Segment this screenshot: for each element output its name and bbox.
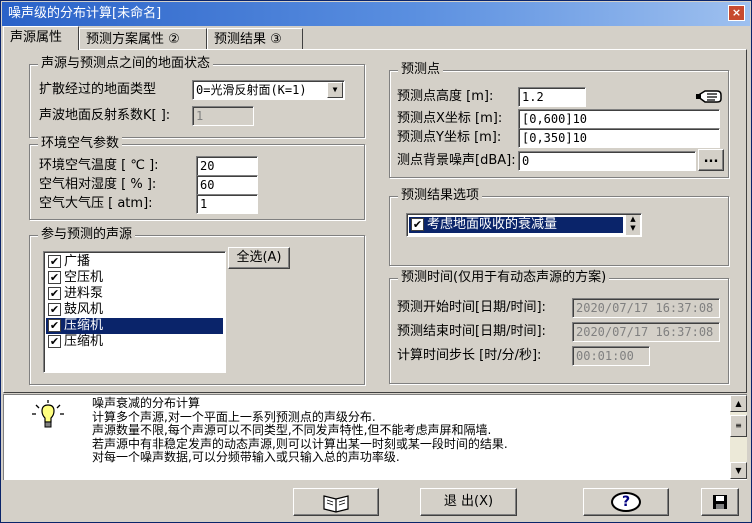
bg-noise-field[interactable]: 0 xyxy=(518,151,696,171)
x-coord-label: 预测点X坐标 [m]: xyxy=(397,111,503,126)
point-legend: 预测点 xyxy=(398,62,444,78)
start-time-field[interactable]: 2020/07/17 16:37:08 xyxy=(572,298,720,318)
tab-results[interactable]: 预测结果 ③ xyxy=(207,28,303,50)
scroll-up-icon[interactable]: ▲ xyxy=(730,395,747,412)
bg-noise-label: 测点背景噪声[dBA]: xyxy=(397,153,516,168)
checkbox-icon[interactable]: ✔ xyxy=(48,303,61,316)
description-text: 噪声衰减的分布计算 计算多个声源,对一个平面上一系列预测点的声级分布. 声源数量… xyxy=(92,396,508,465)
scroll-thumb[interactable]: ≡ xyxy=(730,415,747,437)
checkbox-icon[interactable]: ✔ xyxy=(48,271,61,284)
height-label: 预测点高度 [m]: xyxy=(397,89,494,104)
checkbox-icon[interactable]: ✔ xyxy=(48,335,61,348)
tab-sources[interactable]: 声源属性 xyxy=(3,26,79,50)
description-panel: 噪声衰减的分布计算 计算多个声源,对一个平面上一系列预测点的声级分布. 声源数量… xyxy=(3,394,747,480)
source-item[interactable]: ✔ 进料泵 xyxy=(46,286,223,302)
source-item[interactable]: ✔ 广播 xyxy=(46,254,223,270)
hand-pointer-icon[interactable] xyxy=(695,87,723,105)
save-button[interactable] xyxy=(701,488,739,516)
height-field[interactable]: 1.2 xyxy=(518,87,586,107)
checkbox-icon[interactable]: ✔ xyxy=(48,255,61,268)
pressure-label: 空气大气压 [ atm]: xyxy=(39,196,153,211)
option-item-ground-absorption[interactable]: ✔ 考虑地面吸收的衰减量 xyxy=(409,217,623,233)
step-field[interactable]: 00:01:00 xyxy=(572,346,650,366)
source-item-label: 压缩机 xyxy=(64,334,104,349)
ground-legend: 声源与预测点之间的地面状态 xyxy=(38,56,214,72)
y-coord-field[interactable]: [0,350]10 xyxy=(518,128,720,148)
tab-scheme[interactable]: 预测方案属性 ② xyxy=(79,28,207,50)
description-line: 若声源中有非稳定发声的动态声源,则可以计算出某一时刻或某一段时间的结果. xyxy=(92,436,508,451)
options-spinner[interactable]: ▲ ▼ xyxy=(626,215,640,235)
book-button[interactable] xyxy=(293,488,379,516)
scroll-down-icon[interactable]: ▼ xyxy=(730,462,747,479)
end-time-field[interactable]: 2020/07/17 16:37:08 xyxy=(572,322,720,342)
sources-legend: 参与预测的声源 xyxy=(38,227,136,243)
description-scrollbar[interactable]: ▲ ≡ ▼ xyxy=(730,395,747,479)
time-legend: 预测时间(仅用于有动态声源的方案) xyxy=(398,270,610,286)
humidity-field[interactable]: 60 xyxy=(196,175,258,195)
source-item-label: 进料泵 xyxy=(64,286,104,301)
sources-list: ✔ 广播 ✔ 空压机 ✔ 进料泵 ✔ 鼓风机 ✔ 压缩机 ✔ 压缩机 xyxy=(43,251,226,373)
source-item[interactable]: ✔ 压缩机 xyxy=(46,334,223,350)
option-item-label: 考虑地面吸收的衰减量 xyxy=(427,217,558,232)
lightbulb-icon xyxy=(28,399,68,429)
ground-type-value: 0=光滑反射面(K=1) xyxy=(196,83,307,97)
ground-type-select[interactable]: 0=光滑反射面(K=1) ▼ xyxy=(192,80,345,100)
end-time-label: 预测结束时间[日期/时间]: xyxy=(397,324,546,339)
start-time-label: 预测开始时间[日期/时间]: xyxy=(397,300,546,315)
air-legend: 环境空气参数 xyxy=(38,136,123,152)
y-coord-label: 预测点Y坐标 [m]: xyxy=(397,130,502,145)
source-item[interactable]: ✔ 空压机 xyxy=(46,270,223,286)
humidity-label: 空气相对湿度 [ % ]: xyxy=(39,177,157,192)
select-all-button[interactable]: 全选(A) xyxy=(228,247,290,269)
source-item-label: 空压机 xyxy=(64,270,104,285)
close-button[interactable]: × xyxy=(728,5,745,21)
ground-group: 声源与预测点之间的地面状态 xyxy=(29,56,365,138)
save-icon xyxy=(713,495,727,509)
step-label: 计算时间步长 [时/分/秒]: xyxy=(397,348,542,363)
options-list: ✔ 考虑地面吸收的衰减量 ▲ ▼ xyxy=(406,213,642,237)
pressure-field[interactable]: 1 xyxy=(196,194,258,214)
book-icon xyxy=(323,495,349,513)
help-icon: ? xyxy=(611,492,641,512)
checkbox-icon[interactable]: ✔ xyxy=(411,218,424,231)
bg-noise-more-button[interactable]: ... xyxy=(698,149,724,171)
source-item-label: 广播 xyxy=(64,254,91,269)
description-line: 噪声衰减的分布计算 xyxy=(92,396,201,410)
checkbox-icon[interactable]: ✔ xyxy=(48,287,61,300)
title-bar: 噪声级的分布计算[未命名] xyxy=(2,2,750,26)
x-coord-field[interactable]: [0,600]10 xyxy=(518,109,720,129)
main-window: 噪声级的分布计算[未命名] × 声源属性 预测方案属性 ② 预测结果 ③ 声源与… xyxy=(0,0,752,523)
description-line: 对每一个噪声数据,可以分频带输入或只输入总的声功率级. xyxy=(92,450,400,464)
options-legend: 预测结果选项 xyxy=(398,188,483,204)
source-item-label: 压缩机 xyxy=(64,318,104,333)
reflect-label: 声波地面反射系数K[ ]: xyxy=(39,108,171,123)
source-item-label: 鼓风机 xyxy=(64,302,104,317)
temp-field[interactable]: 20 xyxy=(196,156,258,176)
help-button[interactable]: ? xyxy=(583,488,669,516)
ground-type-label: 扩散经过的地面类型 xyxy=(39,82,157,97)
temp-label: 环境空气温度 [ ℃ ]: xyxy=(39,158,159,173)
chevron-down-icon[interactable]: ▼ xyxy=(327,82,343,98)
window-title: 噪声级的分布计算[未命名] xyxy=(8,6,162,21)
checkbox-icon[interactable]: ✔ xyxy=(48,319,61,332)
source-item-selected[interactable]: ✔ 压缩机 xyxy=(46,318,223,334)
description-line: 计算多个声源,对一个平面上一系列预测点的声级分布. xyxy=(92,409,376,424)
reflect-field[interactable]: 1 xyxy=(192,106,254,126)
source-item[interactable]: ✔ 鼓风机 xyxy=(46,302,223,318)
description-line: 声源数量不限,每个声源可以不同类型,不同发声特性,但不能考虑声屏和隔墙. xyxy=(92,423,492,437)
exit-button[interactable]: 退 出(X) xyxy=(420,488,517,516)
